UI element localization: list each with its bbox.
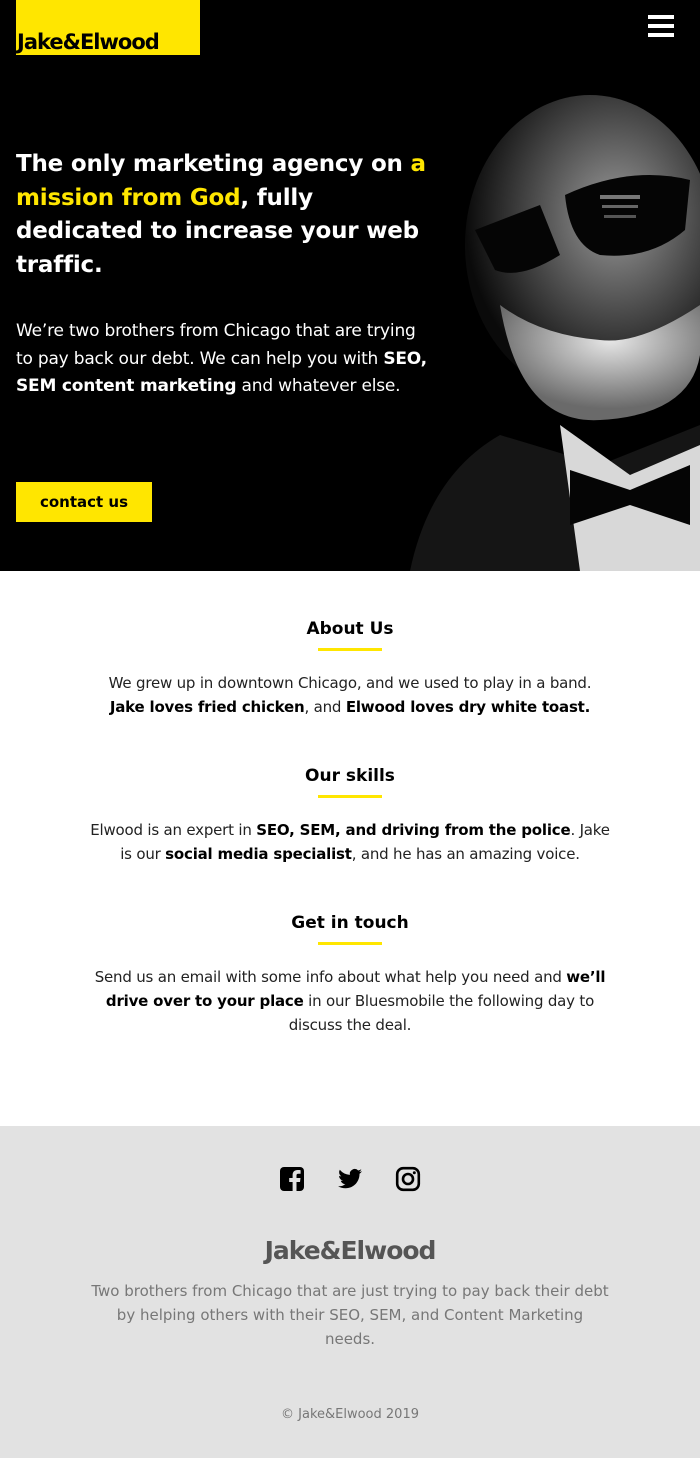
footer-description: Two brothers from Chicago that are just … xyxy=(91,1282,609,1348)
hamburger-menu-icon[interactable] xyxy=(648,15,674,39)
about-text-part1: We grew up in downtown Chicago, and we u… xyxy=(108,674,592,692)
skills-bold2: social media specialist xyxy=(165,845,352,863)
skills-text-part3: , and he has an amazing voice. xyxy=(351,845,580,863)
hero-section: Jake&Elwood The only marketing agency on… xyxy=(0,0,700,571)
about-bold1: Jake loves fried chicken xyxy=(109,698,305,716)
facebook-icon[interactable] xyxy=(279,1166,305,1192)
footer-logo[interactable]: Jake&Elwood xyxy=(0,1236,700,1265)
brand-logo-text: Jake&Elwood xyxy=(17,30,160,54)
hero-title: The only marketing agency on a mission f… xyxy=(16,148,436,282)
contact-us-button[interactable]: contact us xyxy=(16,482,152,522)
twitter-icon[interactable] xyxy=(337,1166,363,1192)
contact-text-part2: in our Bluesmobile the following day to … xyxy=(288,992,595,1034)
about-bold2: Elwood loves dry white toast. xyxy=(345,698,591,716)
contact-text: Send us an email with some info about wh… xyxy=(90,965,610,1037)
skills-text: Elwood is an expert in SEO, SEM, and dri… xyxy=(90,818,610,866)
about-heading: About Us xyxy=(306,619,394,639)
skills-text-part1: Elwood is an expert in xyxy=(90,821,257,839)
about-text: We grew up in downtown Chicago, and we u… xyxy=(90,671,610,719)
contact-section: Get in touch Send us an email with some … xyxy=(0,911,700,1037)
about-text-part2: , and xyxy=(304,698,346,716)
contact-heading: Get in touch xyxy=(291,913,409,933)
social-links xyxy=(0,1166,700,1192)
brand-logo[interactable]: Jake&Elwood xyxy=(16,0,200,55)
main-content: About Us We grew up in downtown Chicago,… xyxy=(0,571,700,1126)
contact-heading-underline xyxy=(318,942,382,945)
about-section: About Us We grew up in downtown Chicago,… xyxy=(0,617,700,719)
copyright: © Jake&Elwood 2019 xyxy=(281,1407,419,1422)
hero-title-part1: The only marketing agency on xyxy=(16,151,411,177)
skills-heading-underline xyxy=(318,795,382,798)
skills-bold1: SEO, SEM, and driving from the police xyxy=(256,821,571,839)
hero-description: We’re two brothers from Chicago that are… xyxy=(16,318,436,401)
instagram-icon[interactable] xyxy=(395,1166,421,1192)
skills-section: Our skills Elwood is an expert in SEO, S… xyxy=(0,764,700,866)
skills-heading: Our skills xyxy=(305,766,395,786)
contact-text-part1: Send us an email with some info about wh… xyxy=(94,968,567,986)
hero-text-part1: We’re two brothers from Chicago that are… xyxy=(16,321,416,369)
hero-text-part2: and whatever else. xyxy=(236,376,401,396)
about-heading-underline xyxy=(318,648,382,651)
footer: Jake&Elwood Two brothers from Chicago th… xyxy=(0,1126,700,1458)
